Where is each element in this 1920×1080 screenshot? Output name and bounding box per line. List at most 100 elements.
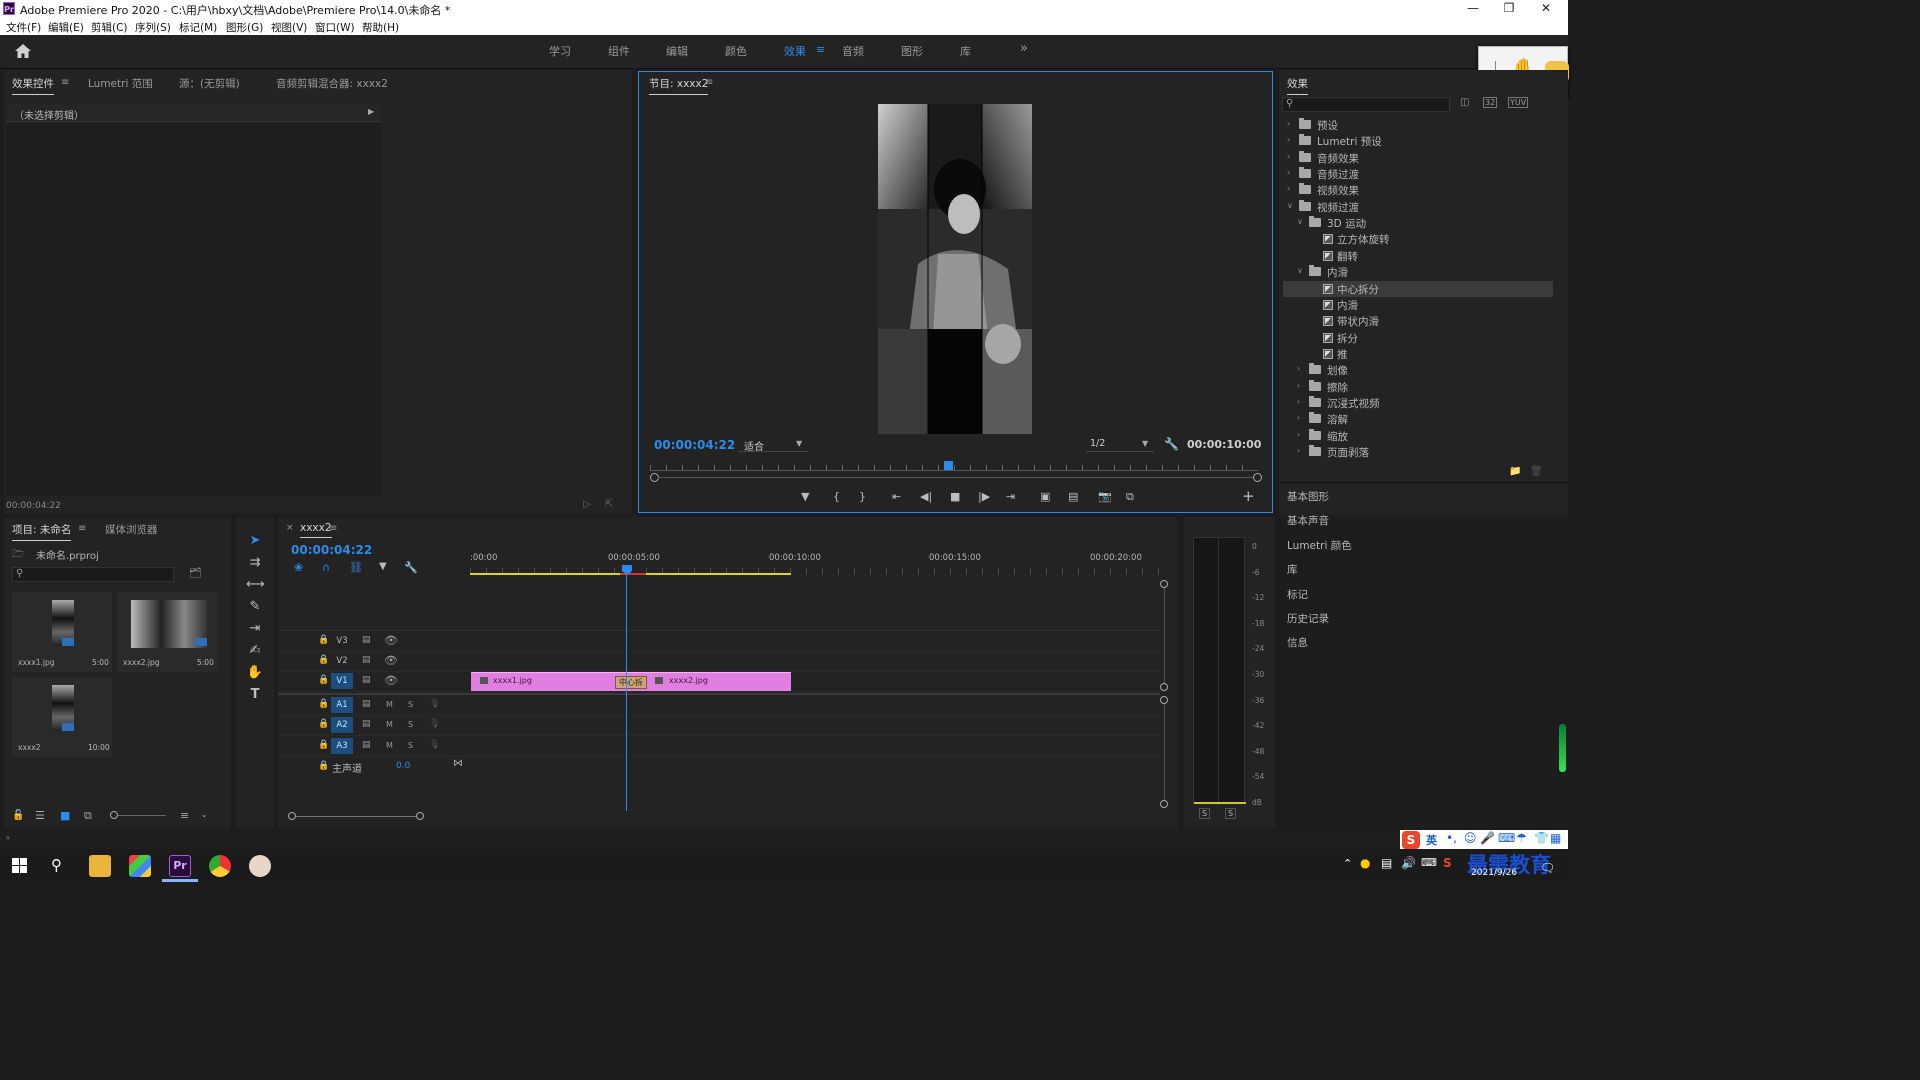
workspace-graphics[interactable]: 图形 bbox=[901, 43, 923, 59]
mic-icon[interactable]: 🎙 bbox=[429, 699, 440, 709]
effects-tree-item[interactable]: ∨ 内滑 bbox=[1283, 264, 1553, 280]
tab-program-monitor[interactable]: 节目: xxxx2 bbox=[649, 76, 709, 95]
add-marker-icon[interactable]: ▼ bbox=[379, 561, 387, 572]
avatar-app-icon[interactable] bbox=[249, 855, 271, 877]
volume-icon[interactable]: 🔊 bbox=[1401, 856, 1416, 870]
effects-tree-item[interactable]: 拆分 bbox=[1283, 330, 1553, 346]
project-menu-icon[interactable]: ≡ bbox=[78, 523, 86, 534]
mute-button[interactable]: M bbox=[386, 720, 393, 729]
panel-essential-graphics[interactable]: 基本图形 bbox=[1287, 489, 1329, 504]
menu-file[interactable]: 文件(F) bbox=[6, 20, 41, 35]
lock-icon[interactable]: 🔓 bbox=[12, 810, 24, 821]
track-label-a3[interactable]: A3 bbox=[331, 738, 353, 754]
file-explorer-icon[interactable] bbox=[89, 855, 111, 877]
linked-selection-icon[interactable]: ⛓ bbox=[349, 561, 363, 574]
tray-app-icon[interactable]: ● bbox=[1360, 856, 1370, 870]
chevron-right-icon[interactable]: › bbox=[1287, 168, 1290, 177]
panel-info[interactable]: 信息 bbox=[1287, 635, 1308, 650]
chevron-right-icon[interactable]: › bbox=[1287, 152, 1290, 161]
project-item-3[interactable]: xxxx2 10:00 bbox=[12, 677, 112, 757]
mic-icon[interactable]: 🎙 bbox=[429, 740, 440, 750]
workspace-assembly[interactable]: 组件 bbox=[608, 43, 630, 59]
horizontal-scrollbar[interactable] bbox=[296, 816, 416, 817]
project-search-input[interactable]: ⚲ bbox=[12, 567, 174, 582]
share-icon[interactable]: ⇱ bbox=[605, 499, 613, 510]
toolbox-icon[interactable]: ▦ bbox=[1550, 831, 1561, 845]
lock-icon[interactable]: 🔒 bbox=[318, 761, 329, 771]
go-to-out-icon[interactable]: ⇥ bbox=[1006, 490, 1015, 503]
mute-button[interactable]: M bbox=[386, 700, 393, 709]
menu-help[interactable]: 帮助(H) bbox=[362, 20, 399, 35]
go-to-in-icon[interactable]: ⇤ bbox=[892, 490, 901, 503]
notification-icon[interactable]: 🗨 bbox=[1540, 861, 1555, 875]
windows-start-icon[interactable] bbox=[12, 858, 27, 873]
chevron-down-icon[interactable]: ∨ bbox=[1297, 217, 1303, 226]
chevron-right-icon[interactable]: › bbox=[1287, 184, 1290, 193]
project-item-2[interactable]: xxxx2.jpg 5:00 bbox=[117, 592, 217, 672]
sync-lock-icon[interactable]: ▤ bbox=[362, 719, 371, 729]
workspace-color[interactable]: 颜色 bbox=[725, 43, 747, 59]
taskbar-date[interactable]: 2021/9/26 bbox=[1471, 868, 1517, 878]
list-view-icon[interactable]: ☰ bbox=[35, 809, 45, 822]
panel-markers[interactable]: 标记 bbox=[1287, 587, 1308, 602]
wrench-icon[interactable]: 🔧 bbox=[1164, 437, 1179, 451]
panel-libraries[interactable]: 库 bbox=[1287, 562, 1298, 577]
pen-tool-icon[interactable]: ✍ bbox=[246, 643, 264, 658]
effects-tree-item[interactable]: › 页面剥落 bbox=[1283, 444, 1553, 460]
tab-lumetri-scopes[interactable]: Lumetri 范围 bbox=[88, 76, 153, 91]
workspace-libraries[interactable]: 库 bbox=[960, 43, 971, 59]
timeline-menu-icon[interactable]: ≡ bbox=[329, 523, 337, 534]
video-audio-divider[interactable] bbox=[278, 693, 1160, 695]
mark-in-icon[interactable]: { bbox=[833, 490, 840, 503]
more-workspaces-icon[interactable]: » bbox=[1020, 41, 1028, 56]
chevron-right-icon[interactable]: › bbox=[1297, 364, 1300, 373]
effects-tree-item[interactable]: 带状内滑 bbox=[1283, 313, 1553, 329]
zoom-slider-handle[interactable] bbox=[110, 811, 118, 819]
track-lock-icon[interactable]: 🔒 bbox=[318, 740, 329, 750]
32bit-effects-icon[interactable]: 32 bbox=[1483, 97, 1498, 108]
app-icon[interactable] bbox=[129, 855, 151, 877]
track-label-v1[interactable]: V1 bbox=[331, 673, 353, 689]
skin-icon[interactable]: ☂ bbox=[1516, 831, 1527, 845]
effects-tree-item[interactable]: › 音频效果 bbox=[1283, 150, 1553, 166]
chevron-right-icon[interactable]: › bbox=[1297, 381, 1300, 390]
chevron-down-icon[interactable]: ∨ bbox=[1287, 201, 1293, 210]
program-playhead[interactable] bbox=[943, 461, 953, 470]
maximize-icon[interactable]: ❐ bbox=[1494, 1, 1524, 15]
panel-essential-sound[interactable]: 基本声音 bbox=[1287, 513, 1329, 528]
solo-button[interactable]: S bbox=[408, 741, 413, 750]
track-lock-icon[interactable]: 🔒 bbox=[318, 655, 329, 665]
effects-search-input[interactable]: ⚲ bbox=[1282, 97, 1450, 112]
workspace-effects[interactable]: 效果 bbox=[784, 43, 806, 59]
hand-tool-icon[interactable]: ✋ bbox=[246, 665, 264, 680]
go-to-edit-point-icon[interactable]: ⋈ bbox=[453, 758, 463, 769]
workspace-menu-icon[interactable]: ≡ bbox=[816, 43, 825, 56]
razor-tool-icon[interactable]: ✎ bbox=[246, 599, 264, 614]
premiere-taskbar-icon[interactable]: Pr bbox=[169, 855, 191, 877]
chevron-right-icon[interactable]: › bbox=[1287, 119, 1290, 128]
new-search-bin-icon[interactable]: 🗂 bbox=[189, 568, 202, 579]
panel-lumetri-color[interactable]: Lumetri 颜色 bbox=[1287, 538, 1352, 553]
mute-button[interactable]: M bbox=[386, 741, 393, 750]
new-bin-icon[interactable]: 📁 bbox=[1509, 466, 1521, 477]
audio-vertical-zoom-handle[interactable] bbox=[1160, 696, 1168, 704]
project-item-1[interactable]: xxxx1.jpg 5:00 bbox=[12, 592, 112, 672]
effects-tree-item[interactable]: › 擦除 bbox=[1283, 379, 1553, 395]
sogou-tray-icon[interactable]: S bbox=[1443, 856, 1452, 870]
export-frame-icon[interactable]: 📷 bbox=[1098, 490, 1112, 503]
master-volume-value[interactable]: 0.0 bbox=[396, 761, 410, 771]
step-back-icon[interactable]: ◀| bbox=[920, 490, 932, 503]
resolution-dropdown[interactable]: 1/2 ▼ bbox=[1086, 437, 1154, 452]
sync-lock-icon[interactable]: ▤ bbox=[362, 635, 371, 645]
ime-toolbar[interactable]: S 英 •, ☺ 🎤 ⌨ ☂ 👕 ▦ bbox=[1400, 830, 1568, 850]
eye-icon[interactable]: 👁 bbox=[384, 654, 398, 667]
program-timecode[interactable]: 00:00:04:22 bbox=[654, 438, 735, 452]
timeline-timecode[interactable]: 00:00:04:22 bbox=[291, 543, 372, 557]
transition-center-split[interactable]: 中心拆 bbox=[615, 676, 647, 689]
step-forward-icon[interactable]: |▶ bbox=[978, 490, 990, 503]
sync-lock-icon[interactable]: ▤ bbox=[362, 675, 371, 685]
program-menu-icon[interactable]: ≡ bbox=[705, 77, 713, 88]
chevron-right-icon[interactable]: › bbox=[1297, 446, 1300, 455]
vertical-zoom-handle[interactable] bbox=[1160, 683, 1168, 691]
effects-tree-item[interactable]: › 溶解 bbox=[1283, 411, 1553, 427]
